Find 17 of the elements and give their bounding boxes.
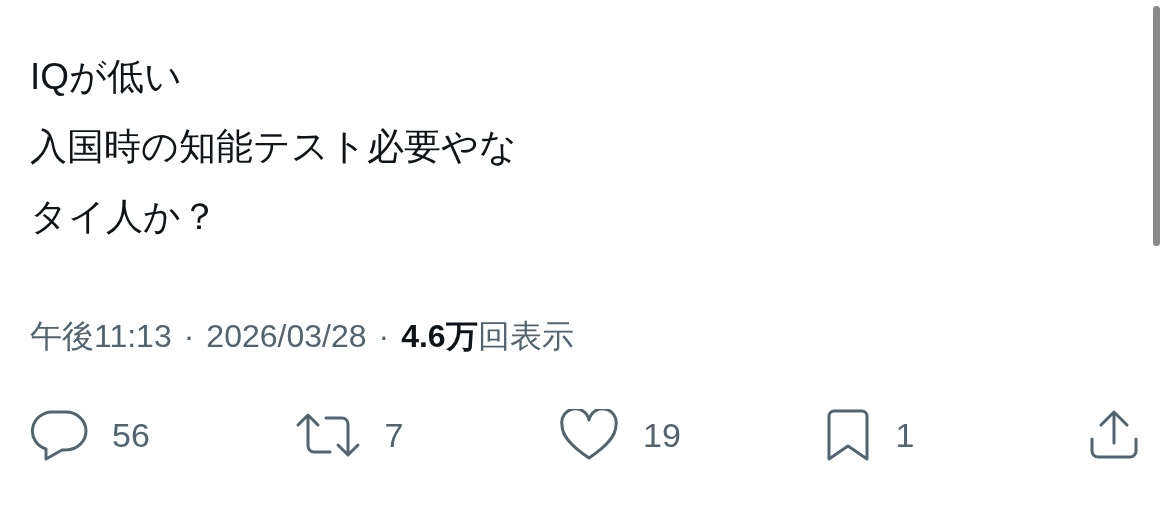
action-count: 56 — [112, 414, 150, 456]
share-icon[interactable] — [1088, 409, 1140, 461]
action-count: 1 — [895, 414, 915, 456]
speech-bubble-icon[interactable] — [30, 409, 88, 461]
action-count: 7 — [384, 414, 404, 456]
tweet-text: IQが低い — [30, 55, 184, 99]
post-time: 午後11:13 — [30, 317, 172, 356]
repost-icon[interactable] — [294, 412, 361, 458]
separator-dot: · — [183, 317, 195, 356]
view-count: 4.6万回表示 — [401, 317, 574, 356]
scrollbar[interactable] — [1153, 6, 1160, 246]
tweet-text: 入国時の知能テスト必要やな — [30, 125, 518, 169]
heart-icon[interactable] — [559, 409, 619, 461]
post-date: 2026/03/28 — [206, 317, 367, 356]
tweet-text: タイ人か？ — [30, 195, 219, 239]
action-count: 19 — [643, 414, 681, 456]
separator-dot: · — [378, 317, 390, 356]
